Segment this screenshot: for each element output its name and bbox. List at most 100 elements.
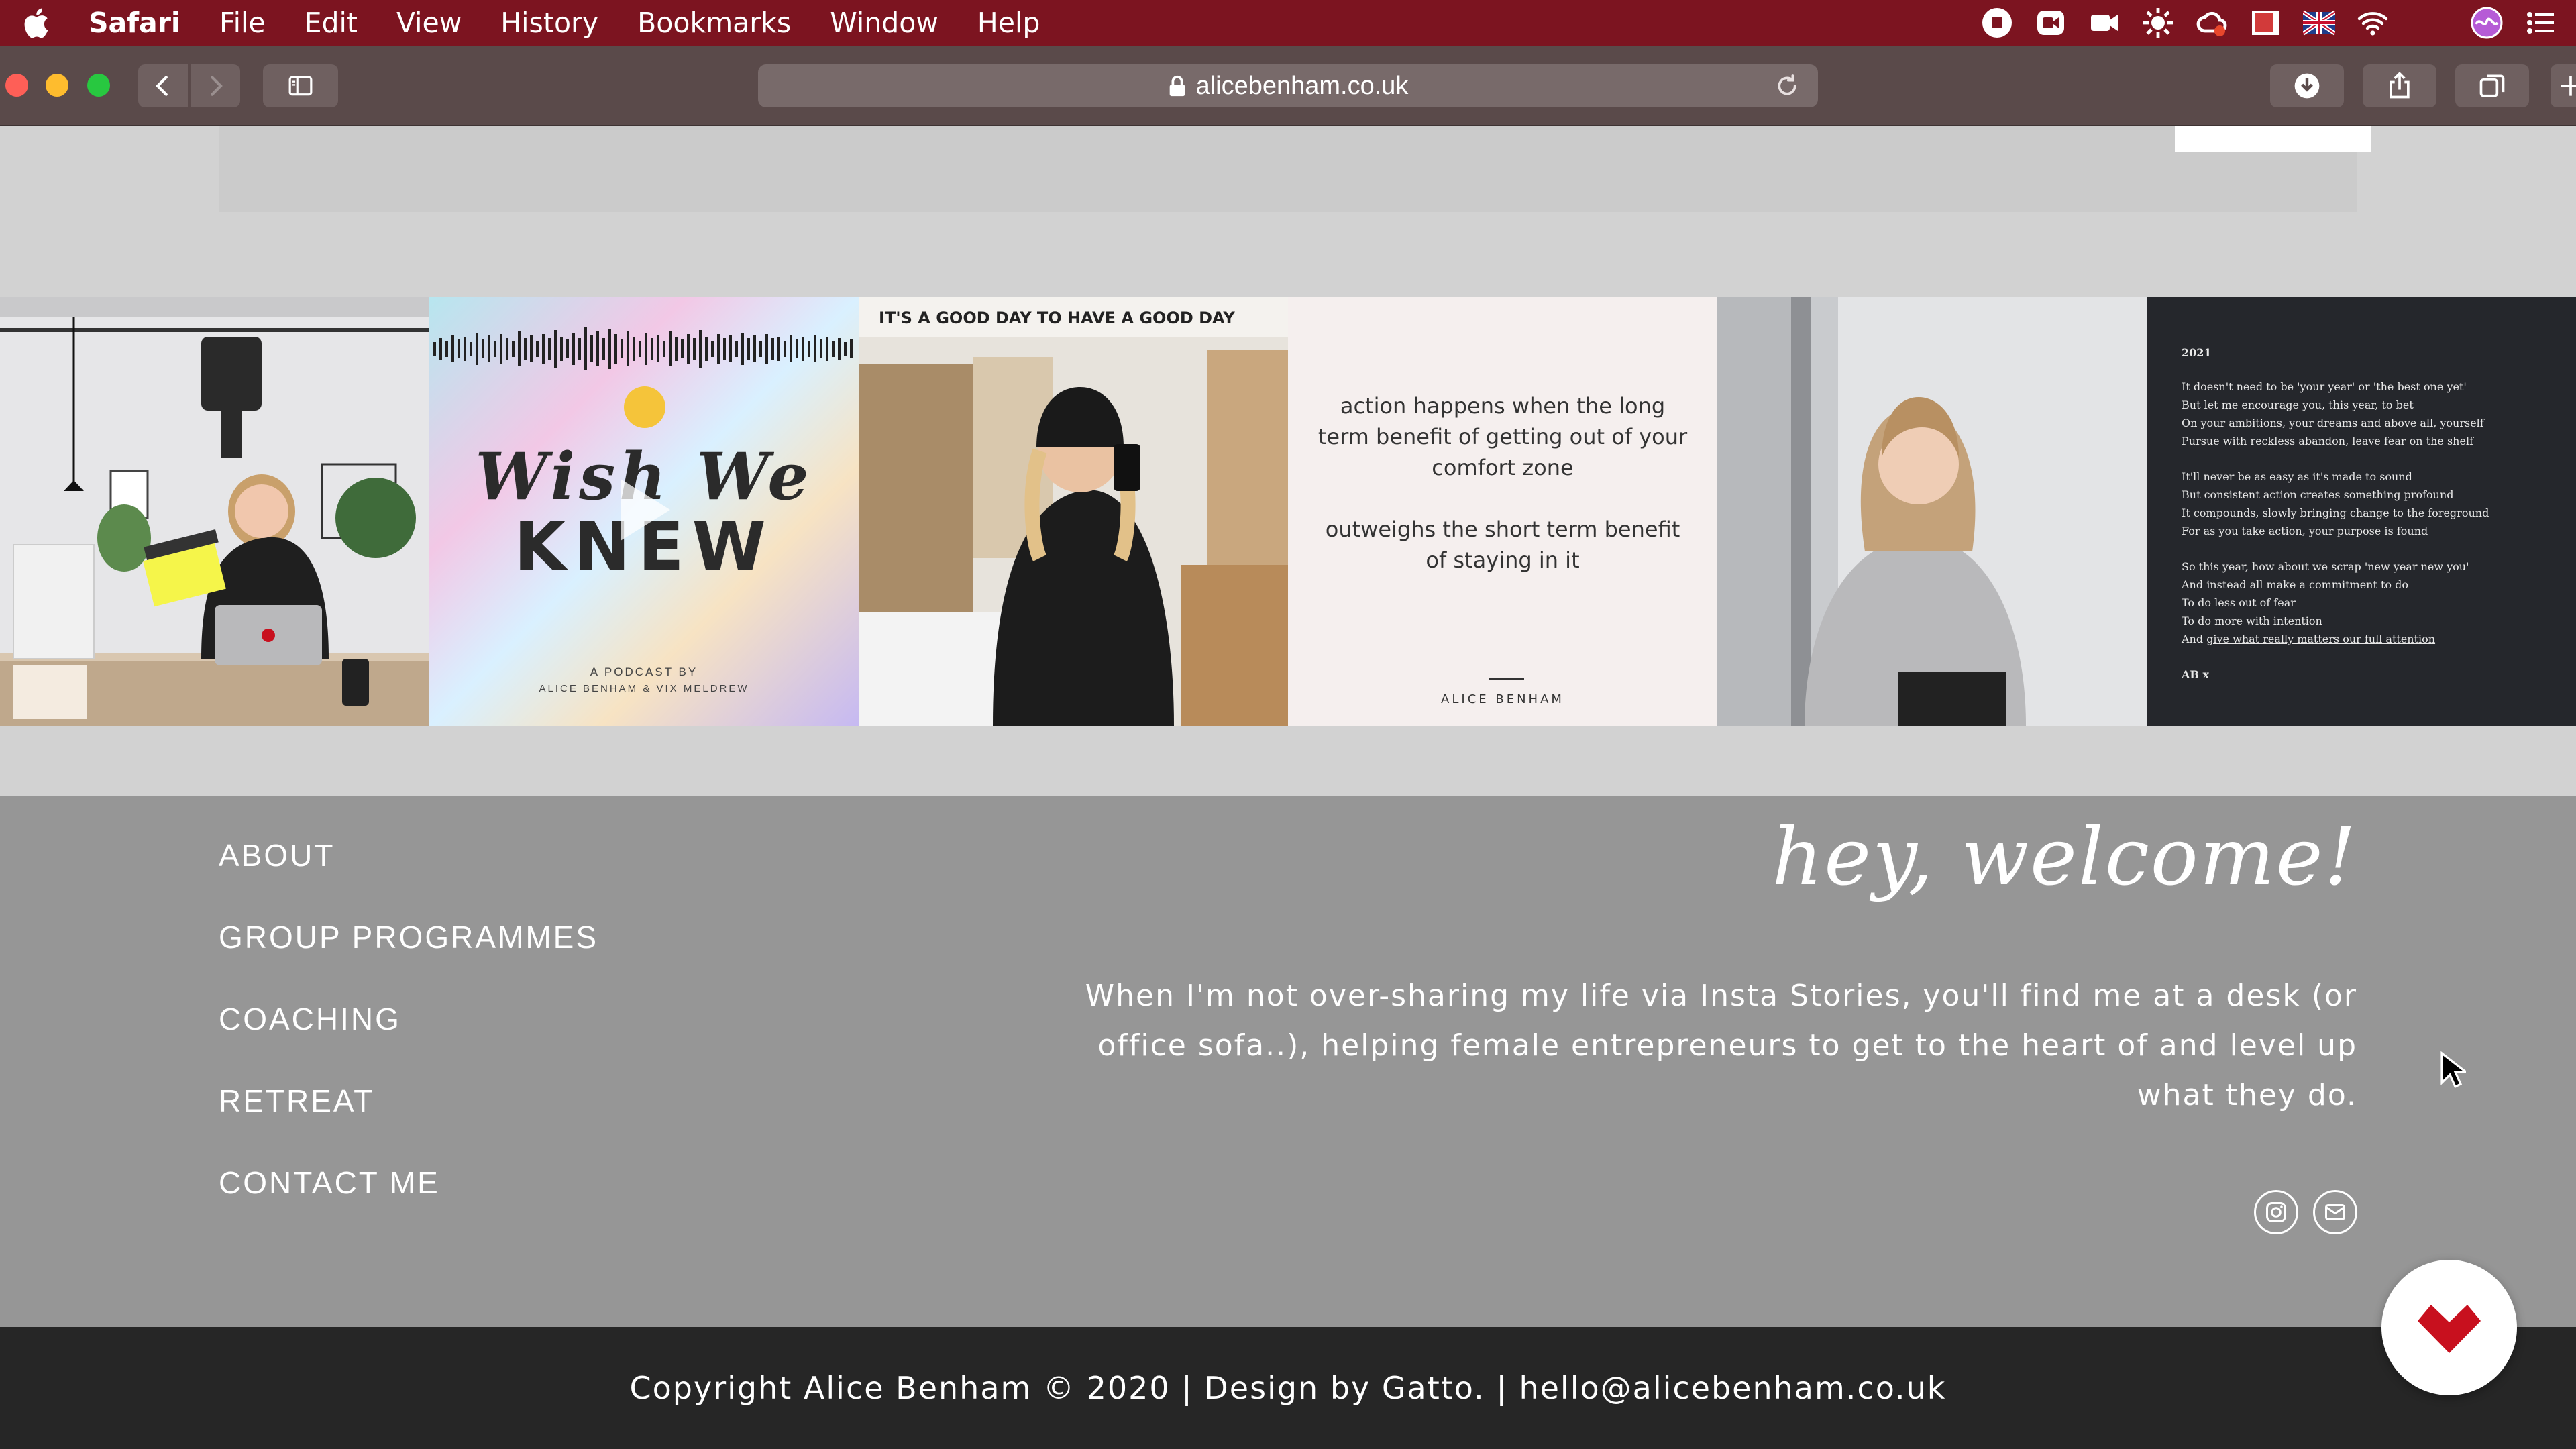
portrait-photo bbox=[1717, 297, 2147, 726]
poem-line: But consistent action creates something … bbox=[2182, 488, 2454, 501]
poem-line: It compounds, slowly bringing change to … bbox=[2182, 506, 2489, 519]
url-text: alicebenham.co.uk bbox=[1195, 71, 1409, 100]
creative-cloud-icon[interactable] bbox=[2195, 6, 2229, 40]
soundwave-graphic bbox=[433, 327, 853, 370]
control-center-icon[interactable] bbox=[2524, 6, 2557, 40]
sidebar-icon bbox=[288, 76, 313, 96]
instagram-gallery: Wish We KNEW A PODCAST BY ALICE BENHAM &… bbox=[0, 297, 2576, 726]
instagram-post-portrait[interactable] bbox=[1717, 297, 2147, 726]
upside-down-face-emoji bbox=[624, 386, 665, 428]
footer-nav: ABOUT GROUP PROGRAMMES COACHING RETREAT … bbox=[219, 837, 598, 1246]
instagram-post-podcast[interactable]: Wish We KNEW A PODCAST BY ALICE BENHAM &… bbox=[429, 297, 859, 726]
plus-icon bbox=[2561, 76, 2576, 96]
poem-last-line-underlined: give what really matters our full attent… bbox=[2206, 633, 2436, 645]
selfie-photo bbox=[859, 297, 1288, 726]
tabs-icon bbox=[2479, 74, 2505, 97]
heart-logo-icon bbox=[2418, 1305, 2481, 1353]
instagram-button[interactable] bbox=[2254, 1190, 2298, 1234]
quote-signature: ALICE BENHAM bbox=[1441, 692, 1564, 706]
poem-line: To do more with intention bbox=[2182, 614, 2322, 627]
menu-window[interactable]: Window bbox=[830, 7, 938, 39]
quote-part2: outweighs the short term benefit of stay… bbox=[1325, 517, 1680, 573]
quote-divider bbox=[1489, 678, 1524, 680]
footer-link-retreat[interactable]: RETREAT bbox=[219, 1083, 598, 1165]
video-icon[interactable] bbox=[2088, 6, 2121, 40]
wifi-icon[interactable] bbox=[2356, 6, 2390, 40]
window-zoom-button[interactable] bbox=[87, 74, 110, 97]
address-bar[interactable]: alicebenham.co.uk bbox=[758, 64, 1818, 107]
content-card bbox=[219, 126, 2371, 212]
quote-part1: action happens when the long term benefi… bbox=[1318, 393, 1688, 480]
copyright-text[interactable]: Copyright Alice Benham © 2020 | Design b… bbox=[630, 1370, 1947, 1406]
download-icon bbox=[2294, 73, 2320, 99]
tab-overview-button[interactable] bbox=[2455, 64, 2529, 107]
poem-signoff: AB x bbox=[2182, 668, 2210, 681]
podcast-subtitle-line2: ALICE BENHAM & VIX MELDREW bbox=[539, 683, 749, 694]
poem-year: 2021 bbox=[2182, 346, 2212, 359]
email-button[interactable] bbox=[2313, 1190, 2357, 1234]
reload-icon[interactable] bbox=[1774, 72, 1801, 99]
browser-toolbar: alicebenham.co.uk bbox=[0, 46, 2576, 126]
social-links bbox=[2239, 1190, 2357, 1234]
poem-last-line-prefix: And bbox=[2182, 633, 2207, 645]
instagram-post-mirror-selfie[interactable]: IT'S A GOOD DAY TO HAVE A GOOD DAY bbox=[859, 297, 1288, 726]
stop-record-icon[interactable] bbox=[1980, 6, 2014, 40]
mail-icon bbox=[2325, 1204, 2345, 1220]
menubar-status-area bbox=[1960, 0, 2576, 46]
downloads-button[interactable] bbox=[2270, 64, 2344, 107]
footer-link-about[interactable]: ABOUT bbox=[219, 837, 598, 919]
sidebar-toggle-button[interactable] bbox=[263, 64, 338, 107]
poem-line: Pursue with reckless abandon, leave fear… bbox=[2182, 435, 2473, 447]
settings-sun-icon[interactable] bbox=[2141, 6, 2175, 40]
footer-link-contact-me[interactable]: CONTACT ME bbox=[219, 1165, 598, 1246]
poem-last-line: And give what really matters our full at… bbox=[2182, 630, 2557, 648]
web-page: Wish We KNEW A PODCAST BY ALICE BENHAM &… bbox=[0, 126, 2576, 1449]
forward-button[interactable] bbox=[191, 64, 240, 107]
siri-icon[interactable] bbox=[2470, 6, 2504, 40]
card-tab bbox=[2175, 126, 2371, 152]
podcast-subtitle-line1: A PODCAST BY bbox=[590, 665, 698, 678]
screen-mirror-icon[interactable] bbox=[2249, 6, 2282, 40]
copyright-bar: Copyright Alice Benham © 2020 | Design b… bbox=[0, 1327, 2576, 1449]
poem-line: But let me encourage you, this year, to … bbox=[2182, 398, 2414, 411]
mouse-cursor-icon bbox=[2440, 1051, 2466, 1089]
instagram-post-studio[interactable] bbox=[0, 297, 429, 726]
menu-history[interactable]: History bbox=[500, 7, 598, 39]
instagram-icon bbox=[2266, 1202, 2286, 1222]
floating-logo-button[interactable] bbox=[2381, 1260, 2517, 1395]
menu-file[interactable]: File bbox=[219, 7, 266, 39]
poem-line: It doesn't need to be 'your year' or 'th… bbox=[2182, 380, 2467, 393]
selfie-caption: IT'S A GOOD DAY TO HAVE A GOOD DAY bbox=[879, 309, 1235, 327]
chevron-left-icon bbox=[156, 76, 168, 96]
footer-link-group-programmes[interactable]: GROUP PROGRAMMES bbox=[219, 919, 598, 1001]
welcome-heading: hey, welcome! bbox=[1772, 810, 2357, 903]
menu-bookmarks[interactable]: Bookmarks bbox=[637, 7, 791, 39]
chevron-right-icon bbox=[211, 76, 223, 96]
poem-line: So this year, how about we scrap 'new ye… bbox=[2182, 560, 2469, 573]
poem-line: For as you take action, your purpose is … bbox=[2182, 525, 2428, 537]
window-close-button[interactable] bbox=[5, 74, 28, 97]
poem-line: To do less out of fear bbox=[2182, 596, 2296, 609]
play-icon[interactable] bbox=[621, 479, 670, 541]
menu-view[interactable]: View bbox=[396, 7, 462, 39]
poem-line: On your ambitions, your dreams and above… bbox=[2182, 417, 2484, 429]
lock-icon bbox=[1169, 75, 1185, 97]
apple-logo-icon[interactable] bbox=[20, 5, 50, 40]
macos-menubar: Safari File Edit View History Bookmarks … bbox=[0, 0, 2576, 46]
app-menu-safari[interactable]: Safari bbox=[89, 7, 180, 39]
about-blurb: When I'm not over-sharing my life via In… bbox=[1085, 979, 2357, 1112]
new-tab-button[interactable] bbox=[2551, 64, 2576, 107]
share-button[interactable] bbox=[2363, 64, 2436, 107]
poem-line: It'll never be as easy as it's made to s… bbox=[2182, 470, 2412, 483]
instagram-post-poem[interactable]: 2021 It doesn't need to be 'your year' o… bbox=[2147, 297, 2576, 726]
poem-text: 2021 It doesn't need to be 'your year' o… bbox=[2182, 343, 2557, 684]
uk-flag-icon[interactable] bbox=[2302, 6, 2336, 40]
menu-edit[interactable]: Edit bbox=[305, 7, 358, 39]
footer-link-coaching[interactable]: COACHING bbox=[219, 1001, 598, 1083]
window-minimize-button[interactable] bbox=[46, 74, 68, 97]
back-button[interactable] bbox=[138, 64, 188, 107]
menu-help[interactable]: Help bbox=[977, 7, 1040, 39]
poem-line: And instead all make a commitment to do bbox=[2182, 578, 2408, 591]
facetime-icon[interactable] bbox=[2034, 6, 2068, 40]
instagram-post-quote[interactable]: action happens when the long term benefi… bbox=[1288, 297, 1717, 726]
